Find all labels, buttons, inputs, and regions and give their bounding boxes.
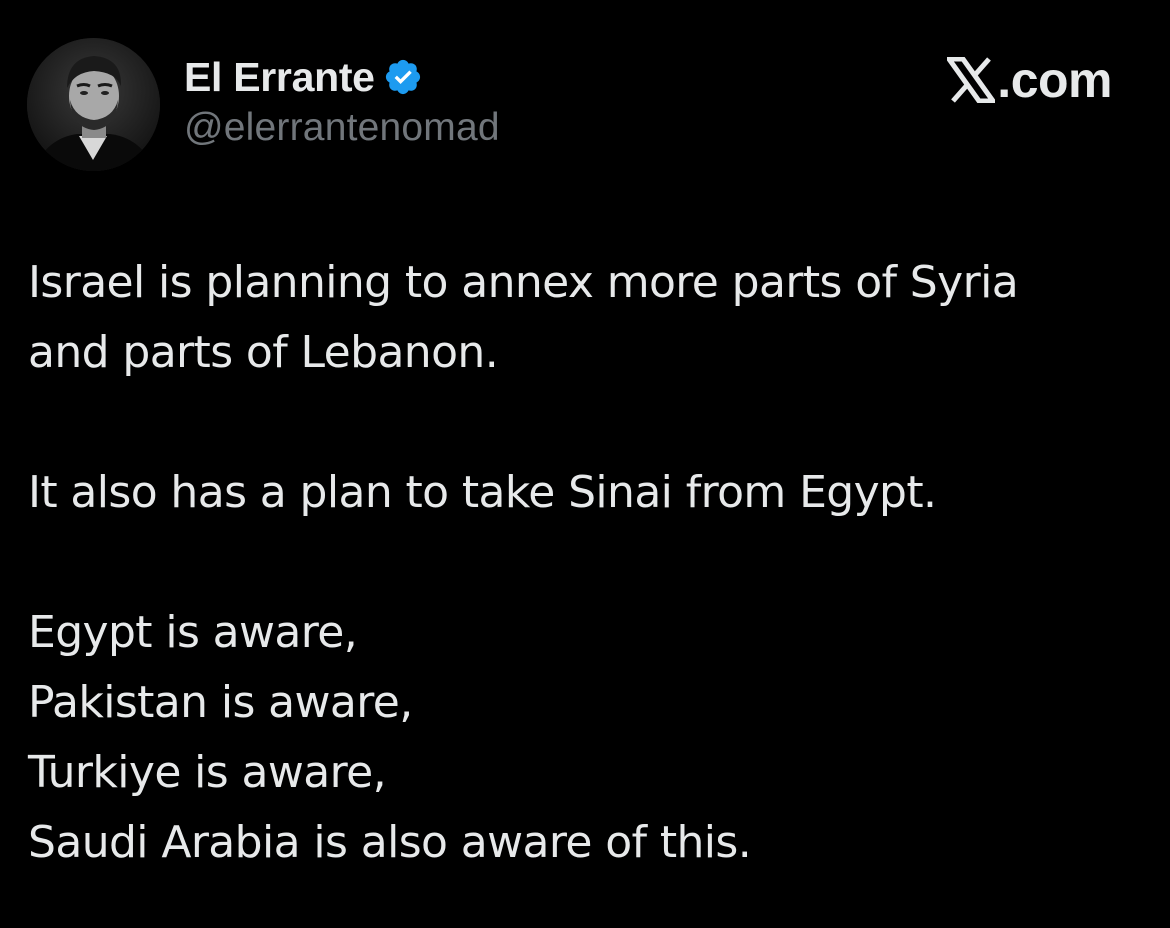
tweet-line: Turkiye is aware, xyxy=(28,747,387,798)
tweet-line: Saudi Arabia is also aware of this. xyxy=(28,817,752,868)
tweet-paragraph: It also has a plan to take Sinai from Eg… xyxy=(28,458,1138,528)
tweet-line: It also has a plan to take Sinai from Eg… xyxy=(28,467,937,518)
tweet-line: Israel is planning to annex more parts o… xyxy=(28,257,1019,308)
brand-watermark: .com xyxy=(944,50,1112,110)
name-row: El Errante xyxy=(184,52,500,102)
x-logo-icon xyxy=(944,56,999,104)
tweet-paragraph: Israel is planning to annex more parts o… xyxy=(28,248,1138,388)
display-name[interactable]: El Errante xyxy=(184,54,375,101)
tweet-line: and parts of Lebanon. xyxy=(28,327,499,378)
avatar[interactable] xyxy=(27,38,160,171)
tweet-text: Israel is planning to annex more parts o… xyxy=(28,248,1138,878)
profile-photo-icon xyxy=(27,38,160,171)
verified-badge-icon xyxy=(383,57,423,97)
tweet-line: Pakistan is aware, xyxy=(28,677,413,728)
handle[interactable]: @elerrantenomad xyxy=(184,106,500,150)
tweet-paragraph: Egypt is aware, Pakistan is aware, Turki… xyxy=(28,598,1138,878)
tweet-line: Egypt is aware, xyxy=(28,607,358,658)
author-block: El Errante @elerrantenomad xyxy=(184,52,500,150)
tweet-card: El Errante @elerrantenomad .com Israel i… xyxy=(0,0,1170,928)
brand-text: .com xyxy=(997,52,1112,108)
